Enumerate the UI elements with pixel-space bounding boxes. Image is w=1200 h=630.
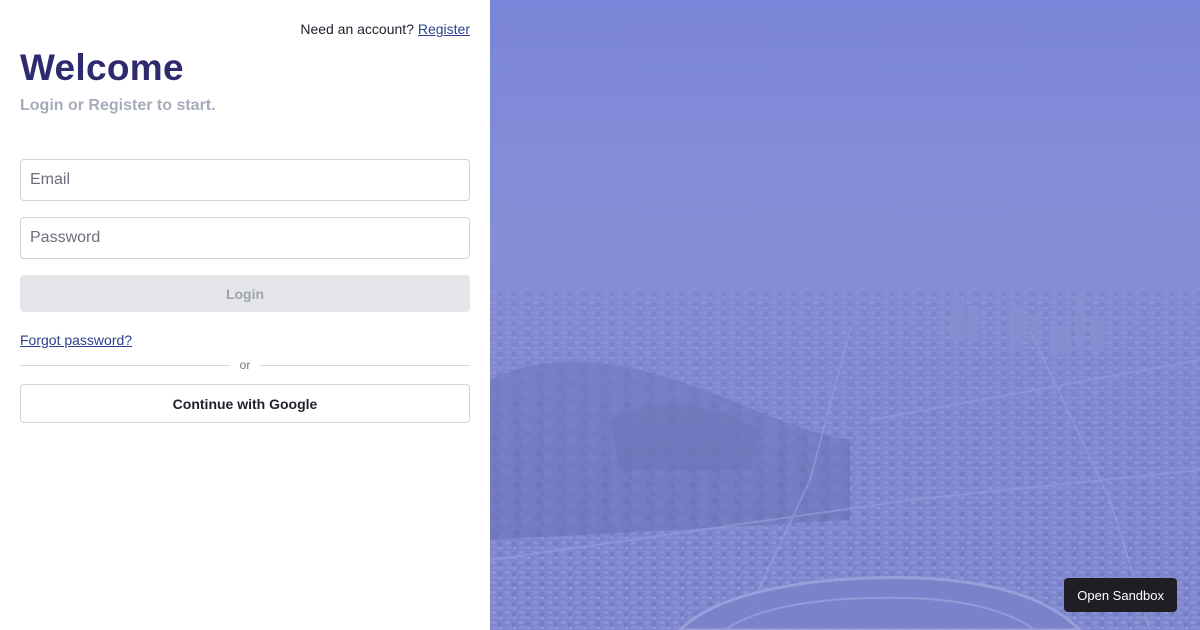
password-field[interactable] <box>20 217 470 259</box>
login-panel: Need an account? Register Welcome Login … <box>0 0 490 630</box>
divider-text: or <box>239 358 251 372</box>
city-aerial-image <box>490 0 1200 630</box>
login-page: Need an account? Register Welcome Login … <box>0 0 1200 630</box>
divider-line-left <box>20 364 230 366</box>
email-field[interactable] <box>20 159 470 201</box>
divider-line-right <box>260 364 471 366</box>
register-link[interactable]: Register <box>418 21 470 37</box>
page-subtitle: Login or Register to start. <box>20 97 216 114</box>
register-prompt: Need an account? Register <box>300 21 470 37</box>
background-image-panel: Open Sandbox <box>490 0 1200 630</box>
login-button[interactable]: Login <box>20 275 470 312</box>
open-sandbox-button[interactable]: Open Sandbox <box>1064 578 1177 612</box>
google-signin-button[interactable]: Continue with Google <box>20 384 470 423</box>
forgot-password-link[interactable]: Forgot password? <box>20 332 132 348</box>
register-prompt-text: Need an account? <box>300 21 414 37</box>
or-divider: or <box>20 358 471 372</box>
page-title: Welcome <box>20 47 184 88</box>
